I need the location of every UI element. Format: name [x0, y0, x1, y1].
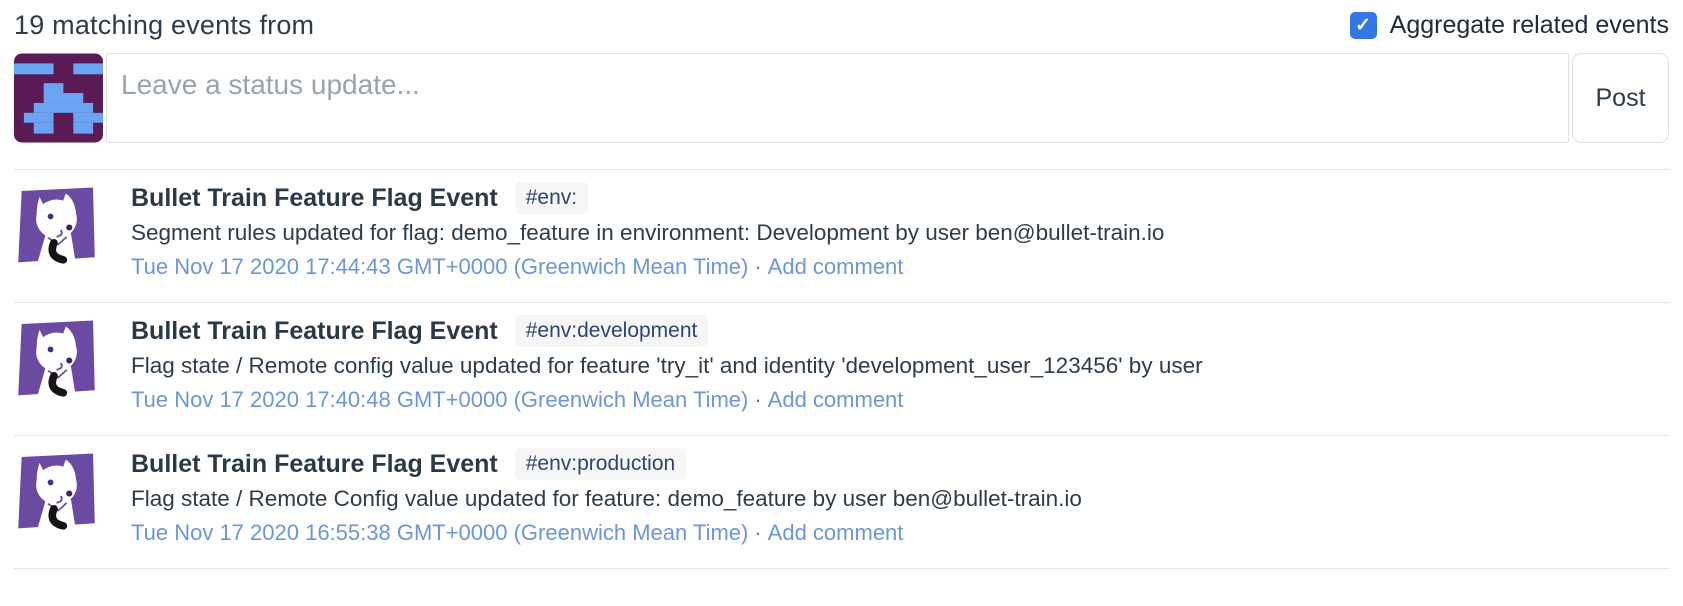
aggregate-related-events-toggle[interactable]: ✓ Aggregate related events	[1350, 11, 1669, 40]
event-title-row: Bullet Train Feature Flag Event #env:pro…	[131, 446, 1669, 482]
event-meta: Tue Nov 17 2020 17:44:43 GMT+0000 (Green…	[131, 250, 1669, 283]
add-comment-link[interactable]: Add comment	[768, 520, 904, 545]
datadog-dog-logo-icon	[14, 185, 99, 270]
status-composer: Post	[14, 53, 1669, 143]
datadog-dog-logo-icon	[14, 318, 99, 403]
event-env-tag[interactable]: #env:	[515, 182, 588, 214]
event-meta: Tue Nov 17 2020 17:40:48 GMT+0000 (Green…	[131, 383, 1669, 416]
pixel-identicon-avatar	[14, 53, 103, 143]
event-timestamp-link[interactable]: Tue Nov 17 2020 17:44:43 GMT+0000 (Green…	[131, 254, 748, 279]
event-title-row: Bullet Train Feature Flag Event #env:dev…	[131, 313, 1669, 349]
event-description: Segment rules updated for flag: demo_fea…	[131, 216, 1669, 250]
bottom-divider	[14, 568, 1669, 569]
event-row: Bullet Train Feature Flag Event #env:pro…	[14, 435, 1669, 568]
aggregate-label: Aggregate related events	[1390, 11, 1669, 40]
event-body: Bullet Train Feature Flag Event #env:pro…	[131, 446, 1669, 549]
meta-separator: ·	[748, 254, 767, 279]
event-stream-page: 19 matching events from ✓ Aggregate rela…	[0, 0, 1683, 606]
status-update-input[interactable]	[106, 53, 1569, 143]
event-row: Bullet Train Feature Flag Event #env:dev…	[14, 302, 1669, 435]
event-title: Bullet Train Feature Flag Event	[131, 180, 498, 216]
event-description: Flag state / Remote config value updated…	[131, 349, 1669, 383]
datadog-dog-logo-icon	[14, 451, 99, 536]
event-timestamp-link[interactable]: Tue Nov 17 2020 17:40:48 GMT+0000 (Green…	[131, 387, 748, 412]
post-button[interactable]: Post	[1572, 53, 1669, 143]
meta-separator: ·	[748, 387, 767, 412]
event-row: Bullet Train Feature Flag Event #env: Se…	[14, 169, 1669, 302]
event-title-row: Bullet Train Feature Flag Event #env:	[131, 180, 1669, 216]
add-comment-link[interactable]: Add comment	[768, 254, 904, 279]
event-title: Bullet Train Feature Flag Event	[131, 446, 498, 482]
event-timestamp-link[interactable]: Tue Nov 17 2020 16:55:38 GMT+0000 (Green…	[131, 520, 748, 545]
events-list: Bullet Train Feature Flag Event #env: Se…	[14, 169, 1669, 569]
event-meta: Tue Nov 17 2020 16:55:38 GMT+0000 (Green…	[131, 516, 1669, 549]
event-env-tag[interactable]: #env:development	[515, 315, 709, 347]
event-body: Bullet Train Feature Flag Event #env:dev…	[131, 313, 1669, 416]
checkbox-checked-icon[interactable]: ✓	[1350, 12, 1377, 39]
header: 19 matching events from ✓ Aggregate rela…	[14, 0, 1669, 44]
event-body: Bullet Train Feature Flag Event #env: Se…	[131, 180, 1669, 283]
meta-separator: ·	[748, 520, 767, 545]
event-env-tag[interactable]: #env:production	[515, 448, 686, 480]
event-description: Flag state / Remote Config value updated…	[131, 482, 1669, 516]
page-title: 19 matching events from	[14, 10, 314, 41]
add-comment-link[interactable]: Add comment	[768, 387, 904, 412]
event-title: Bullet Train Feature Flag Event	[131, 313, 498, 349]
